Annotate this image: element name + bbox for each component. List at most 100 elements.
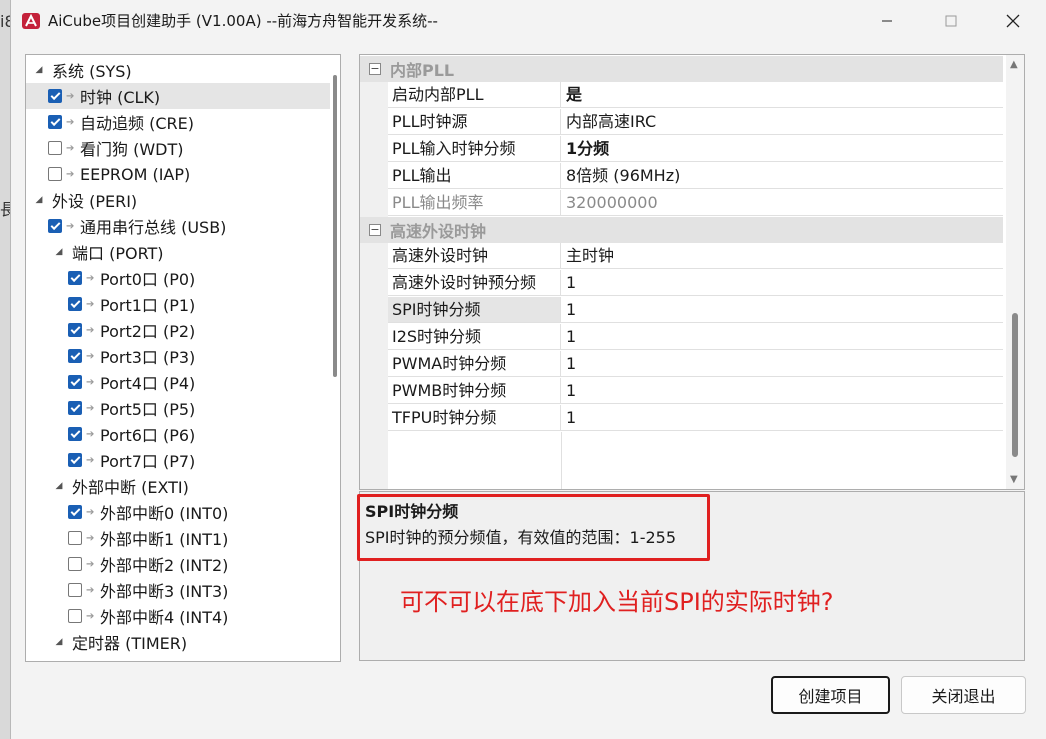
property-row[interactable]: SPI时钟分频 1 (360, 297, 1003, 324)
tree-item[interactable]: ◢ 外部中断 (EXTI) (26, 473, 340, 499)
tree-item[interactable]: ➔定时器0 (TIMER0) (26, 655, 340, 662)
annotation-text: 可不可以在底下加入当前SPI的实际时钟? (400, 588, 834, 616)
property-name: 高速外设时钟预分频 (388, 270, 561, 296)
property-row[interactable]: PLL输出频率 320000000 (360, 190, 1003, 217)
module-checkbox[interactable] (68, 661, 82, 662)
tree-scrollbar[interactable] (330, 55, 340, 661)
tree-item[interactable]: ◢ 外设 (PERI) (26, 187, 338, 213)
property-row[interactable]: PLL时钟源 内部高速IRC (360, 109, 1003, 136)
property-value[interactable]: 是 (561, 82, 1003, 108)
tree-item[interactable]: ➔ Port2口 (P2) (26, 317, 340, 343)
module-checkbox[interactable] (68, 531, 82, 545)
expand-arrow-icon[interactable]: ◢ (54, 637, 64, 647)
module-checkbox[interactable] (68, 557, 82, 571)
module-checkbox[interactable] (68, 323, 82, 337)
property-category[interactable]: − 内部PLL (360, 56, 1003, 82)
tree-item-label: Port0口 (P0) (100, 270, 196, 289)
arrow-right-icon: ➔ (86, 402, 95, 414)
tree-item[interactable]: ➔ 通用串行总线 (USB) (26, 213, 340, 239)
module-checkbox[interactable] (68, 375, 82, 389)
tree-item[interactable]: ➔ 外部中断0 (INT0) (26, 499, 340, 525)
property-value[interactable]: 主时钟 (561, 243, 1003, 269)
maximize-button[interactable] (921, 0, 981, 42)
property-gutter (360, 163, 388, 190)
expand-arrow-icon[interactable]: ◢ (34, 65, 44, 75)
property-value[interactable]: 1 (561, 405, 1003, 431)
arrow-right-icon: ➔ (66, 90, 75, 102)
module-checkbox[interactable] (68, 349, 82, 363)
scroll-down-icon[interactable]: ▼ (1010, 474, 1018, 485)
property-row[interactable]: PWMB时钟分频 1 (360, 378, 1003, 405)
module-tree[interactable]: ➔定时器0 (TIMER0)◢定时器 (TIMER)➔外部中断4 (INT4)➔… (25, 54, 341, 662)
property-value[interactable]: 1 (561, 270, 1003, 296)
property-value[interactable]: 内部高速IRC (561, 109, 1003, 135)
property-value[interactable]: 1 (561, 351, 1003, 377)
property-value[interactable]: 1分频 (561, 136, 1003, 162)
collapse-icon[interactable]: − (369, 224, 381, 236)
property-row[interactable]: PLL输出 8倍频 (96MHz) (360, 163, 1003, 190)
module-checkbox[interactable] (68, 271, 82, 285)
scroll-up-icon[interactable]: ▲ (1010, 59, 1018, 70)
tree-item[interactable]: ➔ Port4口 (P4) (26, 369, 340, 395)
tree-item[interactable]: ◢ 系统 (SYS) (26, 57, 338, 83)
property-value[interactable]: 1 (561, 297, 1003, 323)
tree-item[interactable]: ➔ 外部中断3 (INT3) (26, 577, 340, 603)
module-checkbox[interactable] (48, 167, 62, 181)
expand-arrow-icon[interactable]: ◢ (54, 247, 64, 257)
property-row[interactable]: TFPU时钟分频 1 (360, 405, 1003, 432)
module-checkbox[interactable] (48, 141, 62, 155)
tree-item[interactable]: ➔ EEPROM (IAP) (26, 161, 340, 187)
property-value[interactable]: 8倍频 (96MHz) (561, 163, 1003, 189)
module-checkbox[interactable] (48, 219, 62, 233)
property-row[interactable]: 高速外设时钟预分频 1 (360, 270, 1003, 297)
module-checkbox[interactable] (68, 297, 82, 311)
close-exit-button[interactable]: 关闭退出 (901, 676, 1026, 714)
tree-item[interactable]: ◢ 定时器 (TIMER) (26, 629, 340, 655)
close-button[interactable] (983, 0, 1043, 42)
property-value[interactable]: 1 (561, 324, 1003, 350)
tree-item[interactable]: ➔ Port0口 (P0) (26, 265, 340, 291)
scrollbar-thumb[interactable] (1012, 313, 1018, 457)
property-value[interactable]: 320000000 (561, 190, 1003, 216)
property-scrollbar[interactable]: ▲ ▼ (1006, 55, 1024, 489)
arrow-right-icon: ➔ (86, 532, 95, 544)
property-row[interactable]: 高速外设时钟 主时钟 (360, 243, 1003, 270)
scrollbar-thumb[interactable] (333, 75, 337, 377)
tree-item[interactable]: ➔ Port1口 (P1) (26, 291, 340, 317)
module-checkbox[interactable] (68, 401, 82, 415)
property-value[interactable]: 1 (561, 378, 1003, 404)
expand-arrow-icon[interactable]: ◢ (34, 195, 44, 205)
create-project-button[interactable]: 创建项目 (771, 676, 890, 714)
expand-arrow-icon[interactable]: ◢ (54, 481, 64, 491)
tree-item[interactable]: ➔ 外部中断4 (INT4) (26, 603, 340, 629)
tree-item[interactable]: ➔ 外部中断2 (INT2) (26, 551, 340, 577)
tree-item[interactable]: ◢ 端口 (PORT) (26, 239, 340, 265)
tree-item[interactable]: ➔ Port7口 (P7) (26, 447, 340, 473)
property-row[interactable]: I2S时钟分频 1 (360, 324, 1003, 351)
property-row[interactable]: PWMA时钟分频 1 (360, 351, 1003, 378)
module-checkbox[interactable] (48, 115, 62, 129)
minimize-button[interactable] (857, 0, 917, 42)
tree-item[interactable]: ➔ 自动追频 (CRE) (26, 109, 340, 135)
collapse-icon[interactable]: − (369, 63, 381, 75)
tree-item[interactable]: ➔ Port5口 (P5) (26, 395, 340, 421)
module-checkbox[interactable] (68, 609, 82, 623)
module-checkbox[interactable] (68, 583, 82, 597)
module-checkbox[interactable] (68, 427, 82, 441)
tree-item[interactable]: ➔ 看门狗 (WDT) (26, 135, 340, 161)
tree-item[interactable]: ➔ 外部中断1 (INT1) (26, 525, 340, 551)
tree-item[interactable]: ➔ Port6口 (P6) (26, 421, 340, 447)
property-grid[interactable]: ▲ ▼ − 内部PLL 启动内部PLL 是 PLL时钟源 内部高速IRC PLL输入时钟分频… (359, 54, 1025, 490)
module-checkbox[interactable] (48, 89, 62, 103)
tree-item[interactable]: ➔ 时钟 (CLK) (26, 83, 340, 109)
property-category[interactable]: − 高速外设时钟 (360, 217, 1003, 243)
property-row[interactable]: 启动内部PLL 是 (360, 82, 1003, 109)
title-bar[interactable]: AiCube项目创建助手 (V1.00A) --前海方舟智能开发系统-- (11, 0, 1046, 42)
module-checkbox[interactable] (68, 505, 82, 519)
tree-item[interactable]: ➔ Port3口 (P3) (26, 343, 340, 369)
arrow-right-icon: ➔ (86, 272, 95, 284)
column-divider (561, 432, 562, 489)
module-checkbox[interactable] (68, 453, 82, 467)
property-name: PLL输出 (388, 163, 561, 189)
property-row[interactable]: PLL输入时钟分频 1分频 (360, 136, 1003, 163)
